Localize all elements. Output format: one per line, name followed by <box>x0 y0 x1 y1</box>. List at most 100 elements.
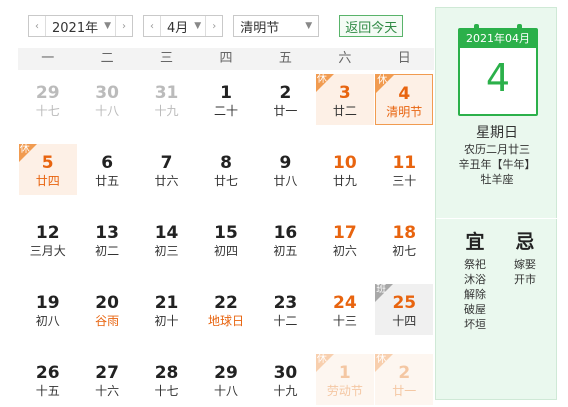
weekday-label: 一 <box>41 51 55 66</box>
lunar-label: 廿九 <box>332 174 357 188</box>
day-cell[interactable]: 20 谷雨 <box>78 284 136 335</box>
lunar-label: 十五 <box>35 384 60 398</box>
yi-column: 宜 祭祀 沐浴 解除 破屋 坏垣 <box>450 230 500 332</box>
prev-year-icon[interactable]: ‹ <box>29 16 46 36</box>
year-dropdown[interactable]: 2021年 ▼ <box>46 17 115 36</box>
lunar-label: 廿二 <box>332 104 357 118</box>
weekday-label: 四 <box>219 51 233 66</box>
day-cell[interactable]: 9 廿八 <box>256 144 314 195</box>
lunar-date: 农历二月廿三 <box>464 143 530 156</box>
day-number: 6 <box>101 153 114 173</box>
holiday-value: 清明节 <box>240 20 280 36</box>
day-number: 7 <box>160 153 173 173</box>
lunar-label: 十九 <box>273 384 298 398</box>
lunar-label: 十七 <box>35 104 60 118</box>
lunar-label: 廿七 <box>213 174 238 188</box>
day-cell[interactable]: 休 4 清明节 <box>375 74 434 125</box>
selected-day-number: 4 <box>485 56 511 100</box>
lunar-label: 地球日 <box>207 314 244 328</box>
day-cell[interactable]: 15 初四 <box>197 214 255 265</box>
weekday-label: 六 <box>338 51 352 66</box>
day-number: 23 <box>273 293 298 313</box>
day-cell[interactable]: 17 初六 <box>316 214 374 265</box>
back-to-today-button[interactable]: 返回今天 <box>339 15 404 37</box>
day-cell[interactable]: 24 十三 <box>316 284 374 335</box>
day-cell[interactable]: 13 初二 <box>78 214 136 265</box>
day-cell[interactable]: 休 1 劳动节 <box>315 354 374 405</box>
day-cell[interactable]: 6 廿五 <box>78 144 136 195</box>
month-dropdown[interactable]: 4月 ▼ <box>161 17 205 36</box>
day-cell[interactable]: 2 廿一 <box>256 74 314 125</box>
day-cell[interactable]: 21 初十 <box>138 284 196 335</box>
yi-item: 沐浴 <box>464 273 486 286</box>
lunar-label: 十八 <box>213 384 238 398</box>
lunar-label: 廿一 <box>392 384 417 398</box>
holiday-tag: 休 <box>18 144 37 162</box>
lunar-label: 廿一 <box>273 104 298 118</box>
lunar-label: 十三 <box>332 314 357 328</box>
day-cell[interactable]: 7 廿六 <box>138 144 196 195</box>
day-cell[interactable]: 1 二十 <box>197 74 255 125</box>
day-cell[interactable]: 18 初七 <box>375 214 433 265</box>
prev-month-icon[interactable]: ‹ <box>144 16 162 36</box>
tag-label: 休 <box>377 75 388 86</box>
holiday-dropdown[interactable]: 清明节 ▼ <box>233 15 320 37</box>
day-cell[interactable]: 23 十二 <box>256 284 314 335</box>
day-number: 17 <box>333 223 357 243</box>
lunar-label: 十八 <box>95 104 120 118</box>
day-number: 28 <box>154 363 179 383</box>
yi-item: 破屋 <box>464 303 486 316</box>
month-selector[interactable]: ‹ 4月 ▼ › <box>143 15 224 37</box>
day-cell[interactable]: 14 初三 <box>138 214 196 265</box>
day-number: 20 <box>95 293 119 313</box>
day-cell[interactable]: 26 十五 <box>19 354 77 405</box>
year-value: 2021年 <box>52 20 99 36</box>
yi-title: 宜 <box>465 231 485 253</box>
day-cell[interactable]: 休 3 廿二 <box>315 74 374 125</box>
calendar-ring <box>517 24 522 34</box>
day-number: 27 <box>95 363 119 383</box>
day-number: 21 <box>154 293 179 313</box>
day-cell[interactable]: 16 初五 <box>256 214 314 265</box>
day-cell[interactable]: 19 初八 <box>19 284 77 335</box>
day-number: 26 <box>35 363 60 383</box>
lunar-label: 廿四 <box>35 174 60 188</box>
day-cell[interactable]: 休 5 廿四 <box>18 144 77 195</box>
next-month-icon[interactable]: › <box>205 16 222 36</box>
day-number: 14 <box>154 223 179 243</box>
day-cell[interactable]: 12 三月大 <box>19 214 77 265</box>
day-number: 12 <box>35 223 60 243</box>
holiday-tag: 休 <box>376 75 395 93</box>
day-cell[interactable]: 29 十七 <box>19 74 77 125</box>
next-year-icon[interactable]: › <box>115 16 132 36</box>
day-number: 8 <box>220 153 232 173</box>
year-selector[interactable]: ‹ 2021年 ▼ › <box>28 15 134 37</box>
day-cell[interactable]: 28 十七 <box>138 354 196 405</box>
day-cell[interactable]: 29 十八 <box>197 354 255 405</box>
lunar-label: 初十 <box>154 314 179 328</box>
day-cell[interactable]: 休 2 廿一 <box>375 354 434 405</box>
day-number: 22 <box>214 293 238 313</box>
day-cell[interactable]: 11 三十 <box>375 144 433 195</box>
day-number: 19 <box>35 293 60 313</box>
lunar-label: 三月大 <box>29 244 66 258</box>
ji-item: 开市 <box>514 273 536 286</box>
day-number: 9 <box>279 153 292 173</box>
day-cell[interactable]: 30 十八 <box>78 74 136 125</box>
calendar-icon: 2021年04月 4 <box>458 24 538 116</box>
calendar-header: 2021年04月 <box>460 30 536 48</box>
lunar-label: 二十 <box>213 104 238 118</box>
chevron-down-icon: ▼ <box>104 21 112 31</box>
lunar-label: 廿五 <box>95 174 120 188</box>
ji-column: 忌 嫁娶 开市 <box>500 230 550 287</box>
lunar-label: 十六 <box>95 384 120 398</box>
ji-title: 忌 <box>515 231 535 253</box>
day-cell[interactable]: 8 廿七 <box>197 144 255 195</box>
day-cell[interactable]: 30 十九 <box>256 354 314 405</box>
day-cell[interactable]: 22 地球日 <box>197 284 255 335</box>
lunar-label: 初四 <box>213 244 238 258</box>
day-cell[interactable]: 班 25 十四 <box>375 284 434 335</box>
day-cell[interactable]: 10 廿九 <box>316 144 374 195</box>
day-cell[interactable]: 31 十九 <box>138 74 196 125</box>
day-cell[interactable]: 27 十六 <box>78 354 136 405</box>
